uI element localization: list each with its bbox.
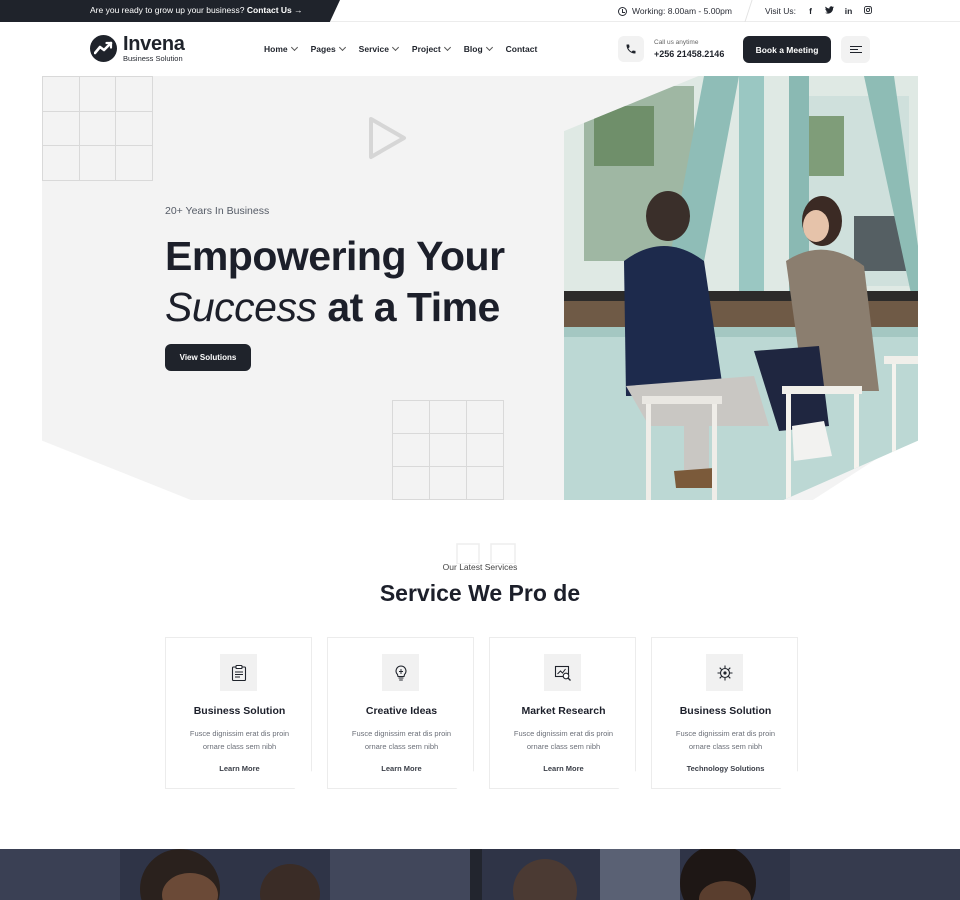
grid-decoration <box>42 76 153 181</box>
clock-icon <box>617 6 627 16</box>
hero-title-italic: Success <box>165 284 317 330</box>
hero-title-line1: Empowering Your <box>165 233 505 279</box>
nav-item-service[interactable]: Service <box>358 43 399 54</box>
service-card[interactable]: Business Solution Fusce dignissim erat d… <box>165 637 312 789</box>
card-title: Market Research <box>521 705 606 717</box>
menu-icon[interactable] <box>841 36 870 63</box>
nav-item-pages[interactable]: Pages <box>310 43 346 54</box>
learn-more-link[interactable]: Learn More <box>328 764 474 773</box>
nav-item-blog[interactable]: Blog <box>463 43 493 54</box>
contact-us-link[interactable]: Contact Us → <box>247 5 303 15</box>
hero-eyebrow: 20+ Years In Business <box>165 205 270 217</box>
logo-tagline: Business Solution <box>123 54 183 63</box>
hero-section: 20+ Years In Business Empowering Your Su… <box>42 76 918 500</box>
facebook-icon[interactable]: f <box>806 6 815 16</box>
nav-label: Blog <box>463 44 483 54</box>
chart-search-icon <box>544 654 581 691</box>
linkedin-icon[interactable]: in <box>844 6 853 16</box>
chevron-down-icon <box>290 43 298 52</box>
learn-more-link[interactable]: Learn More <box>166 764 312 773</box>
chevron-down-icon <box>443 43 451 52</box>
hero-title: Empowering Your Success at a Time <box>165 231 505 333</box>
card-description: Fusce dignissim erat dis proin ornare cl… <box>675 729 776 751</box>
logo[interactable]: Invena Business Solution <box>90 34 185 63</box>
promo-strip: Are you ready to grow up your business? … <box>0 0 340 22</box>
visit-us: Visit Us: f in <box>765 6 872 16</box>
divider <box>744 0 753 22</box>
service-card[interactable]: Business Solution Fusce dignissim erat d… <box>651 637 798 789</box>
nav-item-home[interactable]: Home <box>264 43 298 54</box>
play-shape-decoration <box>369 117 406 159</box>
instagram-icon[interactable] <box>863 6 872 16</box>
hero-title-rest: at a Time <box>316 284 500 330</box>
service-card[interactable]: Market Research Fusce dignissim erat dis… <box>489 637 636 789</box>
nav-label: Pages <box>310 44 336 54</box>
contact-us-label: Contact Us <box>246 5 292 15</box>
nav-item-contact[interactable]: Contact <box>506 44 538 54</box>
lightbulb-icon <box>382 654 419 691</box>
card-description: Fusce dignissim erat dis proin ornare cl… <box>351 729 452 751</box>
nav-label: Home <box>264 44 288 54</box>
card-description: Fusce dignissim erat dis proin ornare cl… <box>189 729 290 751</box>
call-label: Call us anytime <box>654 39 699 46</box>
service-card[interactable]: Creative Ideas Fusce dignissim erat dis … <box>327 637 474 789</box>
services-eyebrow: Our Latest Services <box>442 562 518 572</box>
card-title: Creative Ideas <box>365 705 438 717</box>
logo-icon <box>90 34 117 62</box>
call-block[interactable]: Call us anytime +256 21458.2146 <box>618 36 724 62</box>
hero-image <box>564 76 918 500</box>
chevron-down-icon <box>338 43 346 52</box>
working-hours: Working: 8.00am - 5.00pm <box>617 6 732 16</box>
nav-label: Contact <box>505 44 538 54</box>
grid-decoration <box>392 400 504 500</box>
services-title: Service We Pro de <box>379 580 581 606</box>
phone-icon <box>618 36 644 62</box>
chevron-down-icon <box>391 43 399 52</box>
nav-item-project[interactable]: Project <box>411 43 451 54</box>
learn-more-link[interactable]: Learn More <box>490 764 636 773</box>
visit-us-label: Visit Us: <box>764 6 796 16</box>
clipboard-icon <box>220 654 257 691</box>
promo-message: Are you ready to grow up your business? <box>90 5 245 15</box>
book-meeting-button[interactable]: Book a Meeting <box>743 36 831 63</box>
service-cards: Business Solution Fusce dignissim erat d… <box>165 637 798 789</box>
card-title: Business Solution <box>679 705 772 717</box>
working-hours-text: Working: 8.00am - 5.00pm <box>631 6 732 16</box>
top-bar: Are you ready to grow up your business? … <box>0 0 960 22</box>
nav-label: Service <box>358 44 389 54</box>
technology-solutions-link[interactable]: Technology Solutions <box>652 764 798 773</box>
team-banner-image <box>0 849 960 900</box>
twitter-icon[interactable] <box>825 6 834 16</box>
promo-text: Are you ready to grow up your business? … <box>90 5 303 15</box>
phone-number[interactable]: +256 21458.2146 <box>654 49 724 59</box>
gear-bulb-icon <box>706 654 743 691</box>
view-solutions-button[interactable]: View Solutions <box>165 344 251 371</box>
section-decoration <box>456 543 516 564</box>
nav-label: Project <box>411 44 441 54</box>
logo-name: Invena <box>123 33 185 55</box>
main-header: Invena Business Solution Home Pages Serv… <box>0 22 960 76</box>
card-description: Fusce dignissim erat dis proin ornare cl… <box>513 729 614 751</box>
main-nav: Home Pages Service Project Blog Contact <box>264 43 538 54</box>
topbar-right: Working: 8.00am - 5.00pm Visit Us: f in <box>617 0 872 22</box>
card-title: Business Solution <box>193 705 286 717</box>
chevron-down-icon <box>485 43 493 52</box>
